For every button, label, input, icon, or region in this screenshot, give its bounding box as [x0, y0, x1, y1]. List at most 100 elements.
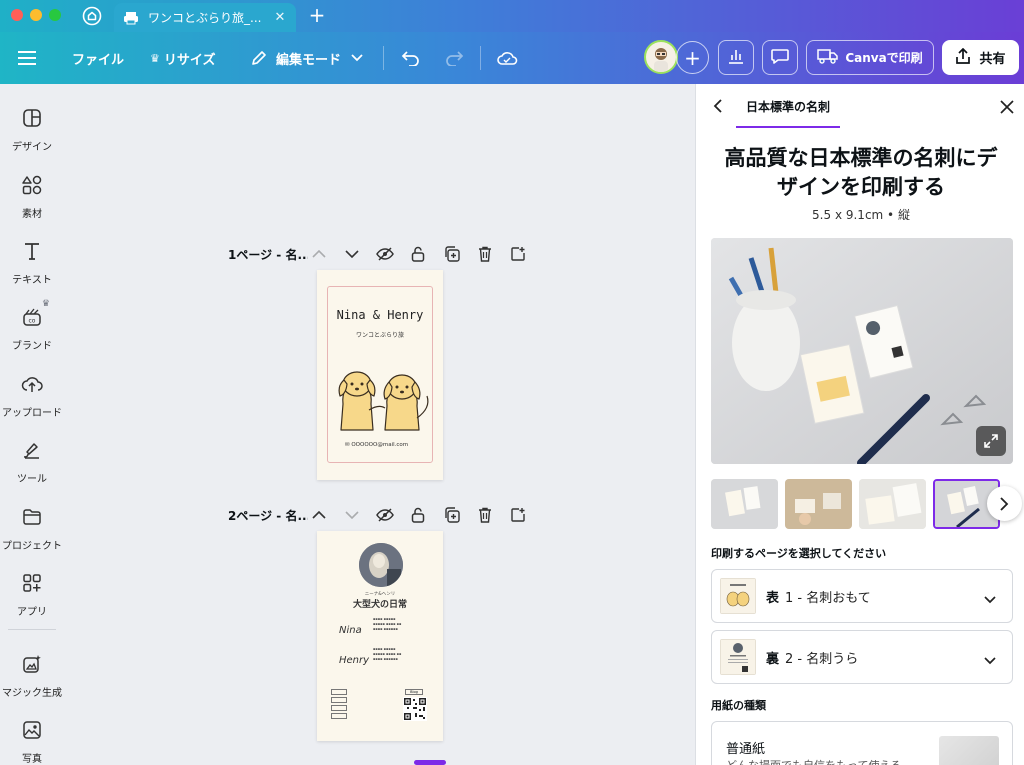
sidebar-item-apps[interactable]: アプリ: [0, 567, 64, 623]
sidebar-item-upload[interactable]: アップロード: [0, 368, 64, 424]
chevron-up-icon[interactable]: [309, 244, 329, 264]
thumbnail[interactable]: [785, 479, 852, 529]
sidebar-item-design[interactable]: デザイン: [0, 102, 64, 158]
business-card-front[interactable]: Nina & Henry ワンコとぶらり旅 ✉ OOOOOO@mail.com: [317, 270, 443, 480]
print-label: Canvaで印刷: [845, 51, 923, 65]
blog-tag: Blog: [405, 689, 423, 695]
paper-type-label: 用紙の種類: [711, 699, 766, 712]
sidebar-item-elements[interactable]: 素材: [0, 169, 64, 225]
trash-icon[interactable]: [475, 244, 495, 264]
design-canvas[interactable]: 1ページ - 名... Nina & Henry ワンコとぶらり旅 ✉ OOOO…: [64, 84, 695, 765]
sidebar-item-projects[interactable]: プロジェクト: [0, 501, 64, 557]
thumbnail[interactable]: [859, 479, 926, 529]
front-page-select[interactable]: 表 1 - 名刺おもて: [711, 569, 1013, 623]
resize-button[interactable]: ♛ リサイズ: [150, 32, 216, 84]
duplicate-icon[interactable]: [442, 505, 462, 525]
duplicate-icon[interactable]: [442, 244, 462, 264]
page-1-header: 1ページ - 名...: [228, 244, 308, 264]
tab-close-icon[interactable]: ✕: [272, 10, 288, 26]
comment-button[interactable]: [762, 40, 798, 75]
magic-icon: [20, 652, 44, 676]
home-icon[interactable]: [80, 4, 104, 28]
print-with-canva-button[interactable]: Canvaで印刷: [806, 40, 934, 75]
card-subtitle: ワンコとぶらり旅: [355, 332, 404, 339]
sidebar-item-tools[interactable]: ツール: [0, 434, 64, 490]
new-tab-button[interactable]: +: [305, 4, 329, 28]
sidebar-item-label: ブランド: [12, 341, 52, 352]
product-hero-image[interactable]: [711, 238, 1013, 464]
hide-eye-icon[interactable]: [375, 505, 395, 525]
product-heading: 高品質な日本標準の名刺にデ ザインを印刷する: [706, 144, 1016, 202]
dog-photo: [359, 543, 403, 587]
insights-button[interactable]: [718, 40, 754, 75]
cloud-saved-icon[interactable]: [494, 32, 520, 84]
sidebar-item-label: ツール: [17, 474, 47, 485]
business-card-back[interactable]: ニーナ&ヘンリ 大型犬の日常 Nina ▪▪▪▪ ▪▪▪▪▪ ▪▪▪▪▪ ▪▪▪▪…: [317, 531, 443, 741]
lock-icon[interactable]: [408, 244, 428, 264]
back-chevron-icon[interactable]: [708, 96, 728, 116]
sidebar-item-label: アップロード: [2, 408, 62, 419]
sidebar-item-text[interactable]: テキスト: [0, 235, 64, 291]
canvas-scrollbar[interactable]: [414, 760, 446, 765]
svg-text:co: co: [29, 318, 36, 325]
chevron-down-icon[interactable]: [342, 244, 362, 264]
expand-icon[interactable]: [976, 426, 1006, 456]
chevron-right-icon[interactable]: [987, 486, 1022, 521]
add-page-icon[interactable]: [508, 505, 528, 525]
printer-icon: [122, 9, 140, 27]
edit-mode-dropdown[interactable]: 編集モード: [250, 32, 363, 84]
undo-icon[interactable]: [399, 32, 423, 84]
sidebar-item-label: デザイン: [12, 142, 52, 153]
trash-icon[interactable]: [475, 505, 495, 525]
hide-eye-icon[interactable]: [375, 244, 395, 264]
sns-tag: [331, 713, 347, 719]
print-panel: 日本標準の名刺 高品質な日本標準の名刺にデ ザインを印刷する 5.5 x 9.1…: [695, 84, 1024, 765]
toolbar-divider: [480, 46, 481, 70]
sidebar-item-label: マジック生成: [2, 688, 62, 699]
close-icon[interactable]: [996, 96, 1018, 118]
share-button[interactable]: 共有: [942, 40, 1019, 75]
upload-icon: [20, 372, 44, 396]
sidebar-item-label: テキスト: [12, 275, 52, 286]
menu-icon[interactable]: [18, 32, 44, 84]
edit-mode-label: 編集モード: [276, 52, 342, 68]
add-page-icon[interactable]: [508, 244, 528, 264]
browser-tab-strip: ワンコとぶらり旅_... ✕ +: [0, 0, 1024, 32]
sidebar-item-photos[interactable]: 写真: [0, 714, 64, 765]
back-page-select[interactable]: 裏 2 - 名刺うら: [711, 630, 1013, 684]
sns-tag: [331, 705, 347, 711]
left-sidebar: デザイン 素材 テキスト co ♛ ブランド アップロード ツール プロジェクト…: [0, 84, 64, 765]
lock-icon[interactable]: [408, 505, 428, 525]
window-minimize-button[interactable]: [30, 9, 42, 21]
browser-tab-active[interactable]: ワンコとぶらり旅_... ✕: [114, 3, 296, 32]
file-menu-button[interactable]: ファイル: [72, 32, 124, 84]
share-label: 共有: [979, 52, 1006, 67]
window-close-button[interactable]: [11, 9, 23, 21]
sidebar-item-label: 素材: [22, 209, 42, 220]
text-icon: [20, 239, 44, 263]
thumbnail[interactable]: [711, 479, 778, 529]
window-zoom-button[interactable]: [49, 9, 61, 21]
sidebar-item-magic-media[interactable]: マジック生成: [0, 648, 64, 704]
comment-icon: [770, 47, 790, 68]
front-side-label: 表: [766, 590, 780, 606]
paper-option-card[interactable]: 普通紙 どんな場面でも自信をもって使える: [711, 721, 1013, 765]
chevron-up-icon[interactable]: [309, 505, 329, 525]
sidebar-item-label: プロジェクト: [2, 541, 62, 552]
chevron-down-icon[interactable]: [342, 505, 362, 525]
truck-icon: [817, 48, 839, 67]
elements-icon: [20, 173, 44, 197]
avatar[interactable]: [644, 40, 678, 74]
product-size: 5.5 x 9.1cm • 縦: [812, 208, 910, 222]
page-title[interactable]: 2ページ - 名...: [228, 507, 308, 524]
tab-product[interactable]: 日本標準の名刺: [736, 98, 840, 128]
sns-tag: [331, 697, 347, 703]
redo-icon[interactable]: [442, 32, 466, 84]
sidebar-item-brand[interactable]: co ♛ ブランド: [0, 299, 64, 357]
share-icon: [955, 47, 971, 68]
page-title[interactable]: 1ページ - 名...: [228, 246, 308, 263]
apps-icon: [20, 571, 44, 595]
add-collaborator-button[interactable]: +: [676, 41, 709, 74]
back-page-thumbnail: [720, 639, 756, 675]
pencil-icon: [250, 49, 268, 67]
